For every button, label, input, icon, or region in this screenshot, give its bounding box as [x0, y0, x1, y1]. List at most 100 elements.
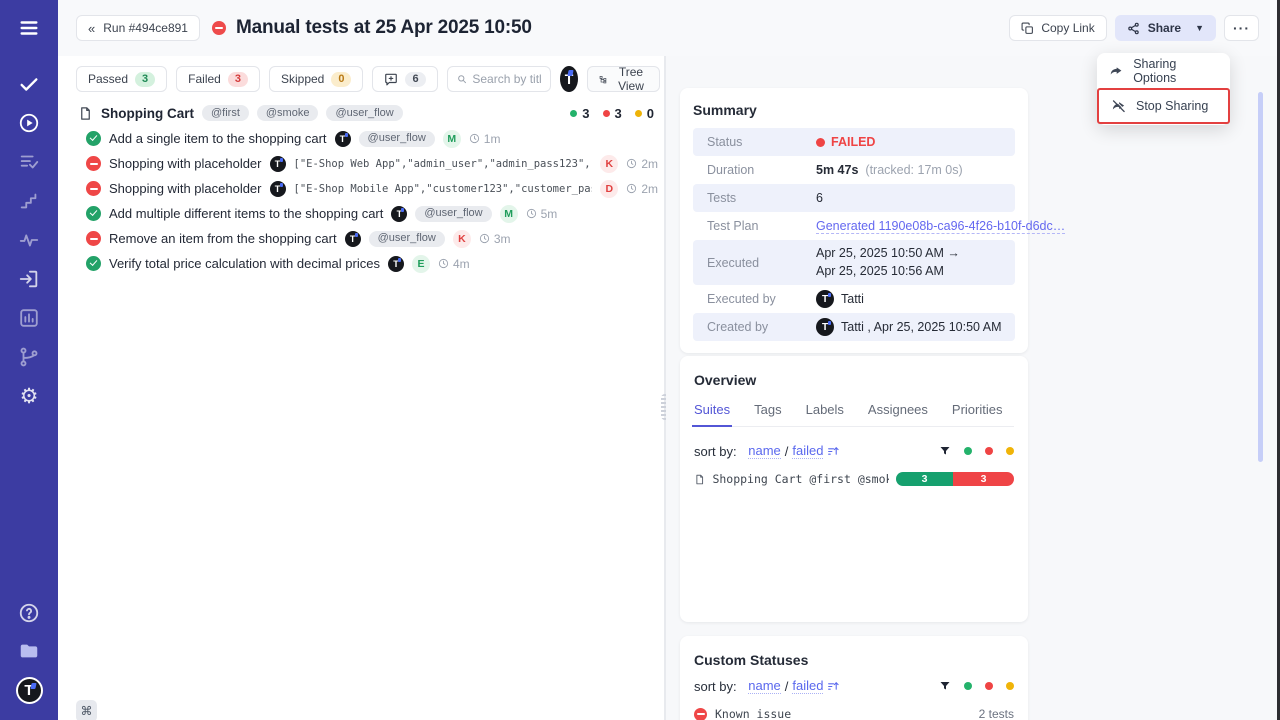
test-row[interactable]: Shopping with placeholder T ["E-Shop Web…: [86, 151, 658, 176]
tab-tags[interactable]: Tags: [754, 402, 781, 417]
summary-row-executed: Executed Apr 25, 2025 10:50 AM →Apr 25, …: [693, 240, 1015, 285]
test-example-data: ["E-Shop Mobile App","customer123","cust…: [294, 183, 593, 195]
suite-tag[interactable]: @first: [202, 105, 249, 121]
passed-bar-segment: 3: [896, 472, 953, 486]
known-issue-status-icon: [694, 708, 707, 720]
assignee-avatar: T: [270, 156, 286, 172]
overview-card: Overview Suites Tags Labels Assignees Pr…: [680, 356, 1028, 622]
sort-amount-icon: [827, 445, 840, 458]
passed-count-badge: 3: [135, 72, 155, 87]
filter-skipped-button[interactable]: Skipped 0: [269, 66, 364, 92]
sharing-options-menu-item[interactable]: Sharing Options: [1097, 54, 1230, 88]
tab-priorities[interactable]: Priorities: [952, 402, 1003, 417]
skipped-count-badge: 0: [331, 72, 351, 87]
toggle-failed-dot[interactable]: [985, 682, 993, 690]
suite-tag[interactable]: @user_flow: [326, 105, 402, 121]
projects-folder-icon[interactable]: [17, 639, 41, 663]
file-icon: [78, 106, 93, 121]
settings-gear-icon[interactable]: ⚙: [17, 384, 41, 408]
sort-by-failed-link[interactable]: failed: [792, 443, 823, 459]
search-input[interactable]: [472, 72, 541, 86]
stop-sharing-icon: [1111, 99, 1126, 114]
tab-suites[interactable]: Suites: [694, 402, 730, 417]
more-options-button[interactable]: ···: [1224, 15, 1259, 41]
passed-status-icon: [86, 256, 101, 271]
toggle-skipped-dot[interactable]: [1006, 682, 1014, 690]
test-row[interactable]: Shopping with placeholder T ["E-Shop Mob…: [86, 176, 658, 201]
custom-status-row[interactable]: Known issue 2 tests: [694, 707, 1014, 720]
user-avatar: T: [816, 318, 834, 336]
test-row[interactable]: Remove an item from the shopping cart T …: [86, 226, 658, 251]
assignee-avatar: T: [388, 256, 404, 272]
page-title: Manual tests at 25 Apr 2025 10:50: [236, 17, 532, 39]
sort-by-name-link[interactable]: name: [748, 443, 781, 459]
filter-comments-button[interactable]: 6: [372, 66, 437, 92]
test-row[interactable]: Verify total price calculation with deci…: [86, 251, 658, 276]
suite-results-bar: 3 3: [896, 472, 1014, 486]
import-icon[interactable]: [17, 267, 41, 291]
test-plan-link[interactable]: Generated 1190e08b-ca96-4f26-b10f-d6dc…: [816, 219, 1065, 234]
test-list-panel: Passed 3 Failed 3 Skipped 0 6 T: [58, 56, 664, 720]
tests-check-icon[interactable]: [17, 72, 41, 96]
sort-by-name-link[interactable]: name: [748, 678, 781, 694]
stop-sharing-menu-item[interactable]: Stop Sharing: [1097, 88, 1230, 124]
failed-bar-segment: 3: [953, 472, 1014, 486]
menu-icon[interactable]: [17, 16, 41, 40]
test-row[interactable]: Add multiple different items to the shop…: [86, 201, 658, 226]
comment-plus-icon: [384, 72, 398, 86]
assignee-avatar: T: [335, 131, 351, 147]
custom-status-test-count: 2 tests: [979, 707, 1014, 720]
user-avatar[interactable]: T: [16, 677, 43, 704]
toggle-passed-dot[interactable]: [964, 682, 972, 690]
clock-icon: [626, 183, 637, 194]
summary-card: Summary Status FAILED Duration 5m 47s(tr…: [680, 88, 1028, 353]
filter-passed-button[interactable]: Passed 3: [76, 66, 167, 92]
sort-by-failed-link[interactable]: failed: [792, 678, 823, 694]
pulse-icon[interactable]: [17, 228, 41, 252]
copy-icon: [1021, 22, 1034, 35]
chevron-down-icon: ▼: [1195, 23, 1204, 33]
toggle-passed-dot[interactable]: [964, 447, 972, 455]
tree-view-icon: [599, 73, 607, 86]
toggle-failed-dot[interactable]: [985, 447, 993, 455]
assignee-avatar[interactable]: T: [560, 66, 577, 92]
test-tag[interactable]: @user_flow: [369, 231, 445, 247]
assignee-avatar: T: [270, 181, 286, 197]
suite-tag[interactable]: @smoke: [257, 105, 319, 121]
keyboard-shortcuts-button[interactable]: ⌘: [76, 700, 97, 720]
test-plans-icon[interactable]: [17, 150, 41, 174]
clock-icon: [626, 158, 637, 169]
clock-icon: [479, 233, 490, 244]
help-icon[interactable]: [17, 601, 41, 625]
copy-link-button[interactable]: Copy Link: [1009, 15, 1106, 41]
filter-funnel-icon[interactable]: [939, 445, 951, 457]
app-window: ⚙ T « Run #494ce891 Manual tests at 25 A…: [0, 0, 1280, 720]
custom-status-badge: M: [500, 205, 518, 223]
tab-labels[interactable]: Labels: [806, 402, 844, 417]
panel-scrollbar[interactable]: [1258, 92, 1263, 462]
test-tag[interactable]: @user_flow: [415, 206, 491, 222]
skipped-dot-icon: [635, 110, 642, 117]
suite-header[interactable]: Shopping Cart @first @smoke @user_flow 3…: [78, 102, 654, 124]
custom-status-badge: E: [412, 255, 430, 273]
tree-view-button[interactable]: Tree View: [587, 66, 660, 92]
toggle-skipped-dot[interactable]: [1006, 447, 1014, 455]
filter-funnel-icon[interactable]: [939, 680, 951, 692]
share-button[interactable]: Share ▼: [1115, 15, 1216, 41]
overview-suite-row[interactable]: Shopping Cart @first @smoke … 3 3: [694, 472, 1014, 486]
runs-play-icon[interactable]: [17, 111, 41, 135]
sidebar-bottom: T: [16, 601, 43, 704]
test-tag[interactable]: @user_flow: [359, 131, 435, 147]
passed-dot-icon: [570, 110, 577, 117]
branch-icon[interactable]: [17, 345, 41, 369]
sort-amount-icon: [827, 680, 840, 693]
filter-bar: Passed 3 Failed 3 Skipped 0 6 T: [76, 66, 660, 92]
summary-row-created-by: Created by TTatti , Apr 25, 2025 10:50 A…: [693, 313, 1015, 341]
steps-icon[interactable]: [17, 189, 41, 213]
back-to-run-button[interactable]: « Run #494ce891: [76, 15, 200, 41]
test-row[interactable]: Add a single item to the shopping cart T…: [86, 126, 658, 151]
analytics-icon[interactable]: [17, 306, 41, 330]
tab-assignees[interactable]: Assignees: [868, 402, 928, 417]
double-chevron-left-icon: «: [88, 21, 95, 36]
filter-failed-button[interactable]: Failed 3: [176, 66, 260, 92]
